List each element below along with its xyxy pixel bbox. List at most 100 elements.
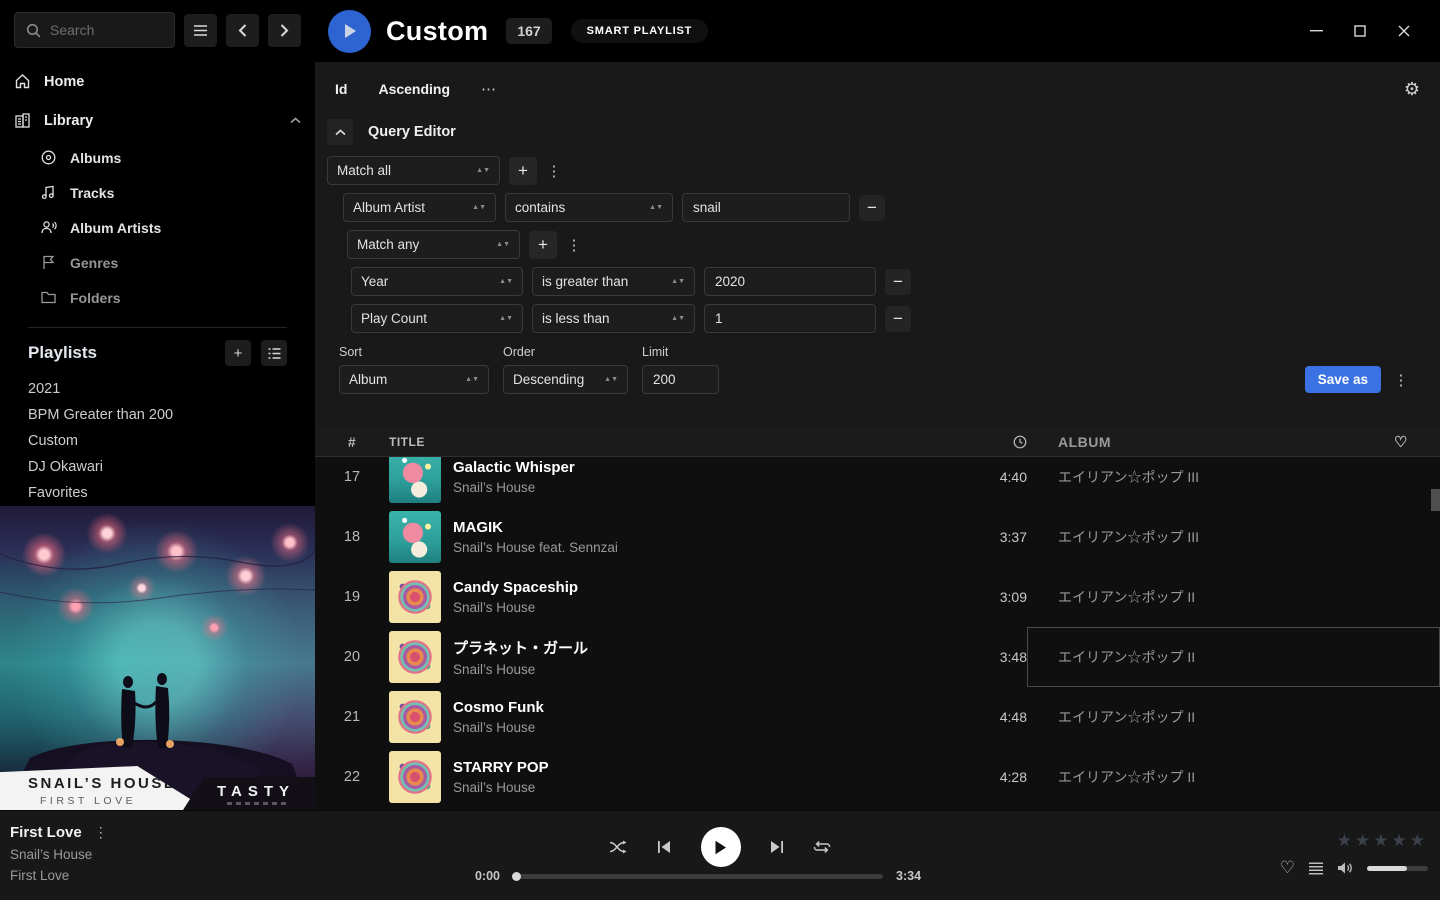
column-header-number[interactable]: # <box>315 434 389 450</box>
close-button[interactable] <box>1382 0 1426 62</box>
group-menu-button[interactable]: ⋮ <box>566 236 582 254</box>
seek-handle[interactable] <box>512 872 521 881</box>
rule-operator-select[interactable]: contains ▲▼ <box>505 193 673 222</box>
repeat-button[interactable] <box>813 840 831 854</box>
rule-value-input[interactable] <box>682 193 850 222</box>
sidebar-item-tracks[interactable]: Tracks <box>40 175 301 210</box>
column-header-title[interactable]: TITLE <box>389 435 957 449</box>
star-icon[interactable]: ★ <box>1392 831 1407 851</box>
match-type-select[interactable]: Match any ▲▼ <box>347 230 520 259</box>
sidebar-item-library[interactable]: Library <box>14 101 301 140</box>
now-playing-cover-art[interactable]: SNAIL’S HOUSE FIRST LOVE TASTY <box>0 506 315 810</box>
search-input[interactable] <box>50 22 164 38</box>
volume-fill <box>1367 866 1407 871</box>
track-artist: Snail’s House <box>453 600 578 615</box>
rule-value-input[interactable] <box>704 267 876 296</box>
track-album-cell[interactable]: エイリアン☆ポップ II <box>1027 627 1440 687</box>
rule-field-select[interactable]: Album Artist ▲▼ <box>343 193 496 222</box>
add-playlist-button[interactable]: + <box>225 340 251 366</box>
track-duration: 4:40 <box>957 469 1027 485</box>
star-icon[interactable]: ★ <box>1373 831 1388 851</box>
sort-field-button[interactable]: Id <box>335 81 347 97</box>
query-editor-collapse-button[interactable] <box>327 119 353 145</box>
table-row[interactable]: 18 MAGIK Snail’s House feat. Sennzai 3:3… <box>315 507 1440 567</box>
remove-rule-button[interactable]: − <box>885 269 911 295</box>
star-icon[interactable]: ★ <box>1337 831 1352 851</box>
add-rule-button[interactable]: + <box>509 157 537 185</box>
column-header-duration[interactable] <box>957 435 1027 449</box>
add-rule-button[interactable]: + <box>529 231 557 259</box>
star-icon[interactable]: ★ <box>1410 831 1425 851</box>
window-controls <box>1294 0 1426 62</box>
album-artists-icon <box>40 219 57 236</box>
list-icon <box>268 348 281 359</box>
rule-operator-select[interactable]: is less than ▲▼ <box>532 304 695 333</box>
playlist-list-button[interactable] <box>261 340 287 366</box>
favorite-button[interactable]: ♡ <box>1280 858 1295 878</box>
rule-value-input[interactable] <box>704 304 876 333</box>
chevron-up-icon[interactable] <box>290 117 301 124</box>
column-header-favorite[interactable]: ♡ <box>1394 433 1408 451</box>
volume-button[interactable] <box>1337 861 1354 875</box>
star-icon[interactable]: ★ <box>1355 831 1370 851</box>
playlist-item[interactable]: BPM Greater than 200 <box>28 402 287 428</box>
next-button[interactable] <box>770 840 784 854</box>
queue-button[interactable] <box>1308 862 1324 875</box>
minus-icon: − <box>893 272 903 292</box>
table-row[interactable]: 19 Candy Spaceship Snail’s House 3:09 エイ… <box>315 567 1440 627</box>
rule-operator-select[interactable]: is greater than ▲▼ <box>532 267 695 296</box>
track-album-cell[interactable]: エイリアン☆ポップ II <box>1027 567 1440 627</box>
track-album-cell[interactable]: エイリアン☆ポップ II <box>1027 747 1440 807</box>
play-pause-button[interactable] <box>701 827 741 867</box>
now-playing-album[interactable]: First Love <box>10 868 108 883</box>
sidebar-item-genres[interactable]: Genres <box>40 245 301 280</box>
play-icon <box>714 840 727 855</box>
now-playing-menu-button[interactable]: ⋮ <box>94 824 108 841</box>
track-art <box>389 631 441 683</box>
volume-slider[interactable] <box>1367 866 1428 871</box>
sidebar-item-album-artists[interactable]: Album Artists <box>40 210 301 245</box>
sort-select[interactable]: Album ▲▼ <box>339 365 489 394</box>
more-options-button[interactable]: ⋯ <box>481 80 497 98</box>
table-row[interactable]: 20 プラネット・ガール Snail’s House 3:48 エイリアン☆ポッ… <box>315 627 1440 687</box>
select-chevrons-icon: ▲▼ <box>476 169 490 173</box>
match-type-select[interactable]: Match all ▲▼ <box>327 156 500 185</box>
rule-field-select[interactable]: Year ▲▼ <box>351 267 523 296</box>
table-row[interactable]: 21 Cosmo Funk Snail’s House 4:48 エイリアン☆ポ… <box>315 687 1440 747</box>
track-album-cell[interactable]: エイリアン☆ポップ II <box>1027 687 1440 747</box>
table-row[interactable]: 22 STARRY POP Snail’s House 4:28 エイリアン☆ポ… <box>315 747 1440 807</box>
column-header-album[interactable]: ALBUM <box>1027 434 1440 450</box>
remove-rule-button[interactable]: − <box>885 306 911 332</box>
group-menu-button[interactable]: ⋮ <box>546 162 562 180</box>
search-box[interactable] <box>14 12 175 48</box>
gear-icon[interactable]: ⚙ <box>1404 79 1420 100</box>
previous-button[interactable] <box>657 840 671 854</box>
maximize-button[interactable] <box>1338 0 1382 62</box>
shuffle-button[interactable] <box>609 840 628 854</box>
sidebar-item-folders[interactable]: Folders <box>40 280 301 315</box>
remove-rule-button[interactable]: − <box>859 195 885 221</box>
save-as-button[interactable]: Save as <box>1305 366 1381 393</box>
playlists-title: Playlists <box>28 343 97 363</box>
rule-row: Year ▲▼ is greater than ▲▼ − <box>327 267 1428 296</box>
order-select[interactable]: Descending ▲▼ <box>503 365 628 394</box>
limit-input[interactable] <box>642 365 719 394</box>
nav-forward-button[interactable] <box>268 14 301 47</box>
now-playing-artist[interactable]: Snail’s House <box>10 847 108 862</box>
seek-bar[interactable] <box>513 874 883 879</box>
menu-button[interactable] <box>184 14 217 47</box>
save-menu-button[interactable]: ⋮ <box>1393 366 1409 393</box>
sort-direction-button[interactable]: Ascending <box>378 81 450 97</box>
playlist-item[interactable]: Custom <box>28 428 287 454</box>
sidebar-item-home[interactable]: Home <box>14 62 301 101</box>
rule-field-select[interactable]: Play Count ▲▼ <box>351 304 523 333</box>
minimize-button[interactable] <box>1294 0 1338 62</box>
sidebar-item-albums[interactable]: Albums <box>40 140 301 175</box>
scrollbar-thumb[interactable] <box>1431 489 1440 511</box>
play-playlist-button[interactable] <box>328 10 371 53</box>
playlist-item[interactable]: DJ Okawari <box>28 454 287 480</box>
playlist-item[interactable]: 2021 <box>28 376 287 402</box>
track-album-cell[interactable]: エイリアン☆ポップ III <box>1027 507 1440 567</box>
nav-back-button[interactable] <box>226 14 259 47</box>
playlist-item[interactable]: Favorites <box>28 480 287 506</box>
